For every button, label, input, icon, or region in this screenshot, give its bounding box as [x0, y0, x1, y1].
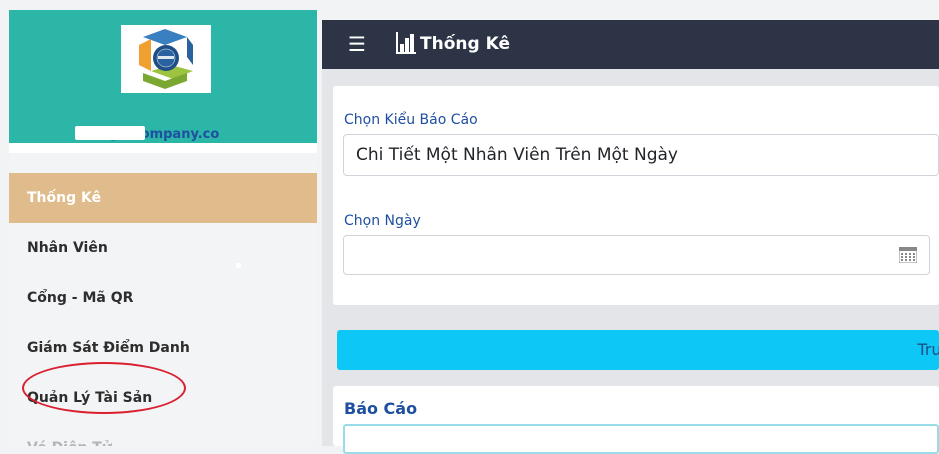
sidebar-item-cong-ma-qr[interactable]: Cổng - Mã QR: [9, 273, 317, 323]
bar-chart-icon: [396, 32, 416, 58]
highlight-circle: [22, 362, 186, 414]
speck: [236, 263, 241, 268]
date-label: Chọn Ngày: [344, 213, 421, 229]
hamburger-icon[interactable]: ☰: [348, 34, 366, 54]
sidebar-item-nhan-vien[interactable]: Nhân Viên: [9, 223, 317, 273]
report-type-select[interactable]: Chi Tiết Một Nhân Viên Trên Một Ngày: [343, 134, 939, 176]
speck: [680, 187, 685, 192]
calendar-icon[interactable]: [898, 246, 918, 267]
sidebar-item-giam-sat-diem-danh[interactable]: Giám Sát Điểm Danh: [9, 323, 317, 373]
profile-separator: [9, 143, 317, 153]
report-type-label: Chọn Kiểu Báo Cáo: [344, 112, 478, 128]
report-title: Báo Cáo: [344, 399, 418, 418]
report-output: [343, 424, 939, 454]
query-button[interactable]: Truy: [337, 330, 939, 370]
query-button-label: Truy: [917, 340, 939, 359]
top-bar: ☰ Thống Kê: [322, 20, 939, 69]
sidebar-item-thong-ke[interactable]: Thống Kê: [9, 173, 317, 223]
company-logo: [121, 25, 211, 93]
redacted-email-mask: [75, 126, 145, 140]
page-title: Thống Kê: [420, 34, 510, 54]
profile-panel: @lecompany.co: [9, 10, 317, 143]
sidebar-item-ve-dien-tu[interactable]: Vé Điện Tử: [9, 423, 317, 446]
user-email: @lecompany.co: [106, 127, 220, 142]
sidebar: @lecompany.co Thống Kê Nhân Viên Cổng - …: [9, 10, 317, 446]
date-input[interactable]: [343, 235, 930, 275]
